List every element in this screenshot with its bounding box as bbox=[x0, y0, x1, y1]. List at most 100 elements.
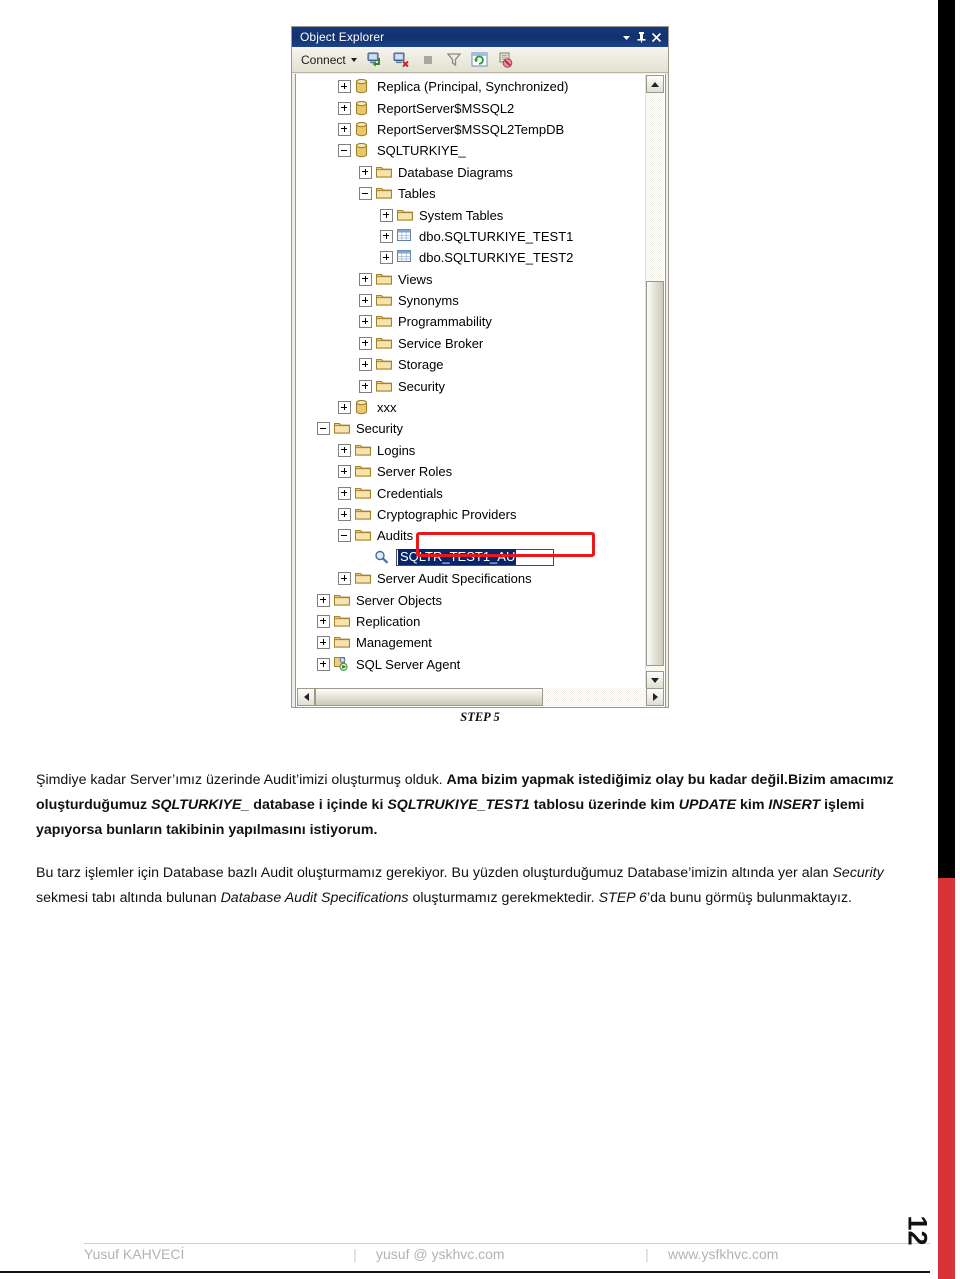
tree-item[interactable]: System Tables bbox=[296, 204, 643, 225]
expand-plus-icon[interactable] bbox=[359, 358, 372, 372]
expand-plus-icon[interactable] bbox=[317, 593, 330, 607]
tree-item[interactable]: Service Broker bbox=[296, 333, 643, 354]
figure-caption: STEP 5 bbox=[460, 710, 500, 724]
rename-input[interactable]: SQLTR_TEST1_AU bbox=[396, 548, 554, 566]
expand-plus-icon[interactable] bbox=[338, 101, 351, 115]
expand-plus-icon[interactable] bbox=[317, 636, 330, 650]
expand-plus-icon[interactable] bbox=[317, 657, 330, 671]
expand-plus-icon[interactable] bbox=[359, 165, 372, 179]
object-explorer-screenshot: Object Explorer Connect Replica (Princip… bbox=[291, 26, 669, 708]
tree-item[interactable]: Storage bbox=[296, 354, 643, 375]
tree-item[interactable]: dbo.SQLTURKIYE_TEST2 bbox=[296, 247, 643, 268]
vertical-scrollbar[interactable] bbox=[645, 75, 664, 689]
stop-icon bbox=[417, 50, 439, 70]
tree-item[interactable]: Views bbox=[296, 269, 643, 290]
tree-item[interactable]: dbo.SQLTURKIYE_TEST1 bbox=[296, 226, 643, 247]
expand-plus-icon[interactable] bbox=[338, 122, 351, 136]
vertical-scroll-thumb[interactable] bbox=[646, 281, 664, 666]
arrow-left-icon bbox=[303, 693, 309, 701]
expand-plus-icon[interactable] bbox=[338, 508, 351, 521]
disconnect-object-explorer-icon[interactable] bbox=[391, 50, 413, 70]
scroll-up-button[interactable] bbox=[646, 75, 664, 93]
horizontal-scrollbar[interactable] bbox=[297, 688, 664, 706]
tree-item[interactable]: SQLTURKIYE_ bbox=[296, 140, 643, 161]
tree-item[interactable]: Tables bbox=[296, 183, 643, 204]
page-edge-red-bar bbox=[938, 878, 955, 1279]
expand-plus-icon[interactable] bbox=[359, 379, 372, 393]
expand-plus-icon[interactable] bbox=[380, 229, 393, 243]
tree-item-label: ReportServer$MSSQL2TempDB bbox=[377, 121, 565, 137]
tree-item[interactable]: Programmability bbox=[296, 311, 643, 332]
folder-icon bbox=[355, 464, 372, 479]
refresh-icon[interactable] bbox=[469, 50, 491, 70]
tree-item[interactable]: Database Diagrams bbox=[296, 162, 643, 183]
chevron-down-icon bbox=[350, 57, 357, 62]
folder-icon bbox=[355, 507, 372, 522]
collapse-minus-icon[interactable] bbox=[359, 187, 372, 201]
expand-plus-icon[interactable] bbox=[359, 272, 372, 286]
tree-item-label: Programmability bbox=[398, 314, 492, 330]
expand-plus-icon[interactable] bbox=[359, 294, 372, 308]
tree-item[interactable]: Credentials bbox=[296, 482, 643, 503]
paragraph-2: Bu tarz işlemler için Database bazlı Aud… bbox=[36, 865, 884, 906]
expand-plus-icon[interactable] bbox=[380, 208, 393, 222]
expand-plus-icon[interactable] bbox=[338, 80, 351, 94]
expand-plus-icon[interactable] bbox=[359, 336, 372, 350]
tree-item[interactable]: Replica (Principal, Synchronized) bbox=[296, 76, 643, 97]
tree-item[interactable]: Cryptographic Providers bbox=[296, 504, 643, 525]
tree-item-label: Server Audit Specifications bbox=[377, 571, 532, 587]
tree-item-label: Replication bbox=[356, 613, 421, 629]
expand-plus-icon[interactable] bbox=[338, 486, 351, 500]
folder-icon bbox=[334, 614, 351, 629]
footer-divider bbox=[84, 1243, 930, 1244]
close-icon[interactable] bbox=[649, 29, 664, 45]
tree-item[interactable]: Security bbox=[296, 375, 643, 396]
script-icon[interactable] bbox=[495, 50, 517, 70]
tree-item[interactable]: SQL Server Agent bbox=[296, 654, 643, 675]
horizontal-scroll-track[interactable] bbox=[315, 688, 646, 706]
horizontal-scroll-thumb[interactable] bbox=[315, 688, 543, 706]
arrow-down-icon bbox=[651, 677, 659, 683]
object-explorer-tree[interactable]: Replica (Principal, Synchronized) ReportS… bbox=[296, 76, 643, 687]
tree-item-label: Credentials bbox=[377, 485, 443, 501]
filter-icon[interactable] bbox=[443, 50, 465, 70]
tree-item-label: Security bbox=[398, 378, 445, 394]
tree-item[interactable]: Replication bbox=[296, 611, 643, 632]
scroll-left-button[interactable] bbox=[297, 688, 315, 706]
object-explorer-tree-panel: Replica (Principal, Synchronized) ReportS… bbox=[295, 74, 666, 708]
tree-item[interactable]: ReportServer$MSSQL2 bbox=[296, 97, 643, 118]
expand-plus-icon[interactable] bbox=[338, 465, 351, 479]
table-icon bbox=[397, 228, 414, 244]
expand-plus-icon[interactable] bbox=[338, 401, 351, 415]
window-menu-icon[interactable] bbox=[619, 29, 634, 45]
expand-plus-icon[interactable] bbox=[338, 572, 351, 586]
tree-item[interactable]: Security bbox=[296, 418, 643, 439]
tree-item-editing[interactable]: SQLTR_TEST1_AU bbox=[296, 547, 643, 568]
expand-plus-icon[interactable] bbox=[359, 315, 372, 329]
tree-item[interactable]: Logins bbox=[296, 440, 643, 461]
tree-item[interactable]: Server Roles bbox=[296, 461, 643, 482]
tree-item[interactable]: Server Objects bbox=[296, 589, 643, 610]
tree-item[interactable]: ReportServer$MSSQL2TempDB bbox=[296, 119, 643, 140]
connect-button[interactable]: Connect bbox=[299, 52, 361, 68]
footer-separator-1: | bbox=[353, 1246, 357, 1262]
tree-item[interactable]: Management bbox=[296, 632, 643, 653]
database-icon bbox=[355, 100, 372, 116]
expand-plus-icon[interactable] bbox=[380, 251, 393, 265]
scroll-down-button[interactable] bbox=[646, 671, 664, 689]
tree-item[interactable]: Audits bbox=[296, 525, 643, 546]
connect-object-explorer-icon[interactable] bbox=[365, 50, 387, 70]
collapse-minus-icon[interactable] bbox=[317, 422, 330, 436]
expand-plus-icon[interactable] bbox=[338, 443, 351, 457]
collapse-minus-icon[interactable] bbox=[338, 529, 351, 543]
tree-item[interactable]: Synonyms bbox=[296, 290, 643, 311]
tree-item[interactable]: Server Audit Specifications bbox=[296, 568, 643, 589]
collapse-minus-icon[interactable] bbox=[338, 144, 351, 158]
scroll-right-button[interactable] bbox=[646, 688, 664, 706]
tree-item[interactable]: xxx bbox=[296, 397, 643, 418]
expand-plus-icon[interactable] bbox=[317, 614, 330, 628]
article-body: Şimdiye kadar Server’ımız üzerinde Audit… bbox=[36, 768, 902, 929]
folder-icon bbox=[376, 336, 393, 351]
pin-icon[interactable] bbox=[634, 29, 649, 45]
footer-email: yusuf @ yskhvc.com bbox=[376, 1246, 505, 1262]
